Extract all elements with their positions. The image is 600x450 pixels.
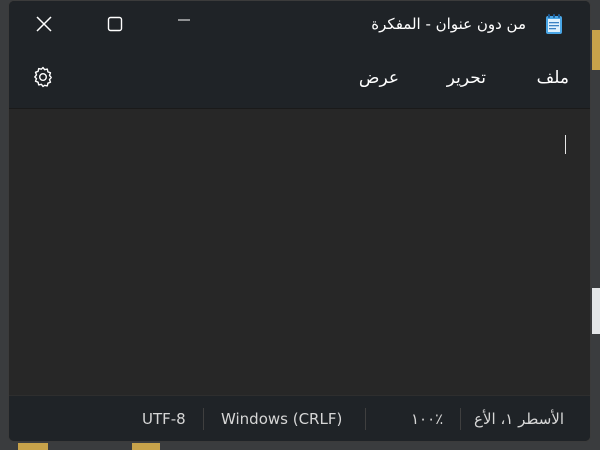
status-bar: الأسطر ١، الأع ١٠٠٪ Windows (CRLF) UTF-8 <box>9 395 590 441</box>
desktop-background-fragment <box>18 443 48 450</box>
menu-file[interactable]: ملف <box>537 66 569 90</box>
desktop-background-fragment <box>592 30 600 70</box>
text-caret <box>565 135 566 154</box>
menu-edit[interactable]: تحرير <box>447 66 486 90</box>
status-divider <box>365 408 366 430</box>
minimize-icon <box>178 19 190 21</box>
title-bar[interactable]: من دون عنوان - المفكرة <box>9 1 590 47</box>
zoom-level: ١٠٠٪ <box>411 410 444 428</box>
close-button[interactable] <box>21 1 67 47</box>
gear-icon[interactable] <box>31 65 55 89</box>
close-icon <box>36 16 52 32</box>
text-editor[interactable] <box>9 109 590 395</box>
encoding: UTF-8 <box>142 410 186 428</box>
status-divider <box>203 408 204 430</box>
menu-view[interactable]: عرض <box>359 66 399 90</box>
notepad-icon <box>546 14 562 34</box>
window-title: من دون عنوان - المفكرة <box>371 15 526 33</box>
minimize-button[interactable] <box>161 1 207 47</box>
maximize-icon <box>107 16 123 32</box>
line-ending: Windows (CRLF) <box>221 410 343 428</box>
cursor-position: الأسطر ١، الأع <box>474 410 564 428</box>
status-divider <box>460 408 461 430</box>
desktop-background-fragment <box>132 443 160 450</box>
desktop-background-fragment <box>592 288 600 334</box>
maximize-button[interactable] <box>92 1 138 47</box>
notepad-window: من دون عنوان - المفكرة ملف تحرير عرض الأ… <box>8 0 591 442</box>
menu-bar: ملف تحرير عرض <box>9 47 590 109</box>
